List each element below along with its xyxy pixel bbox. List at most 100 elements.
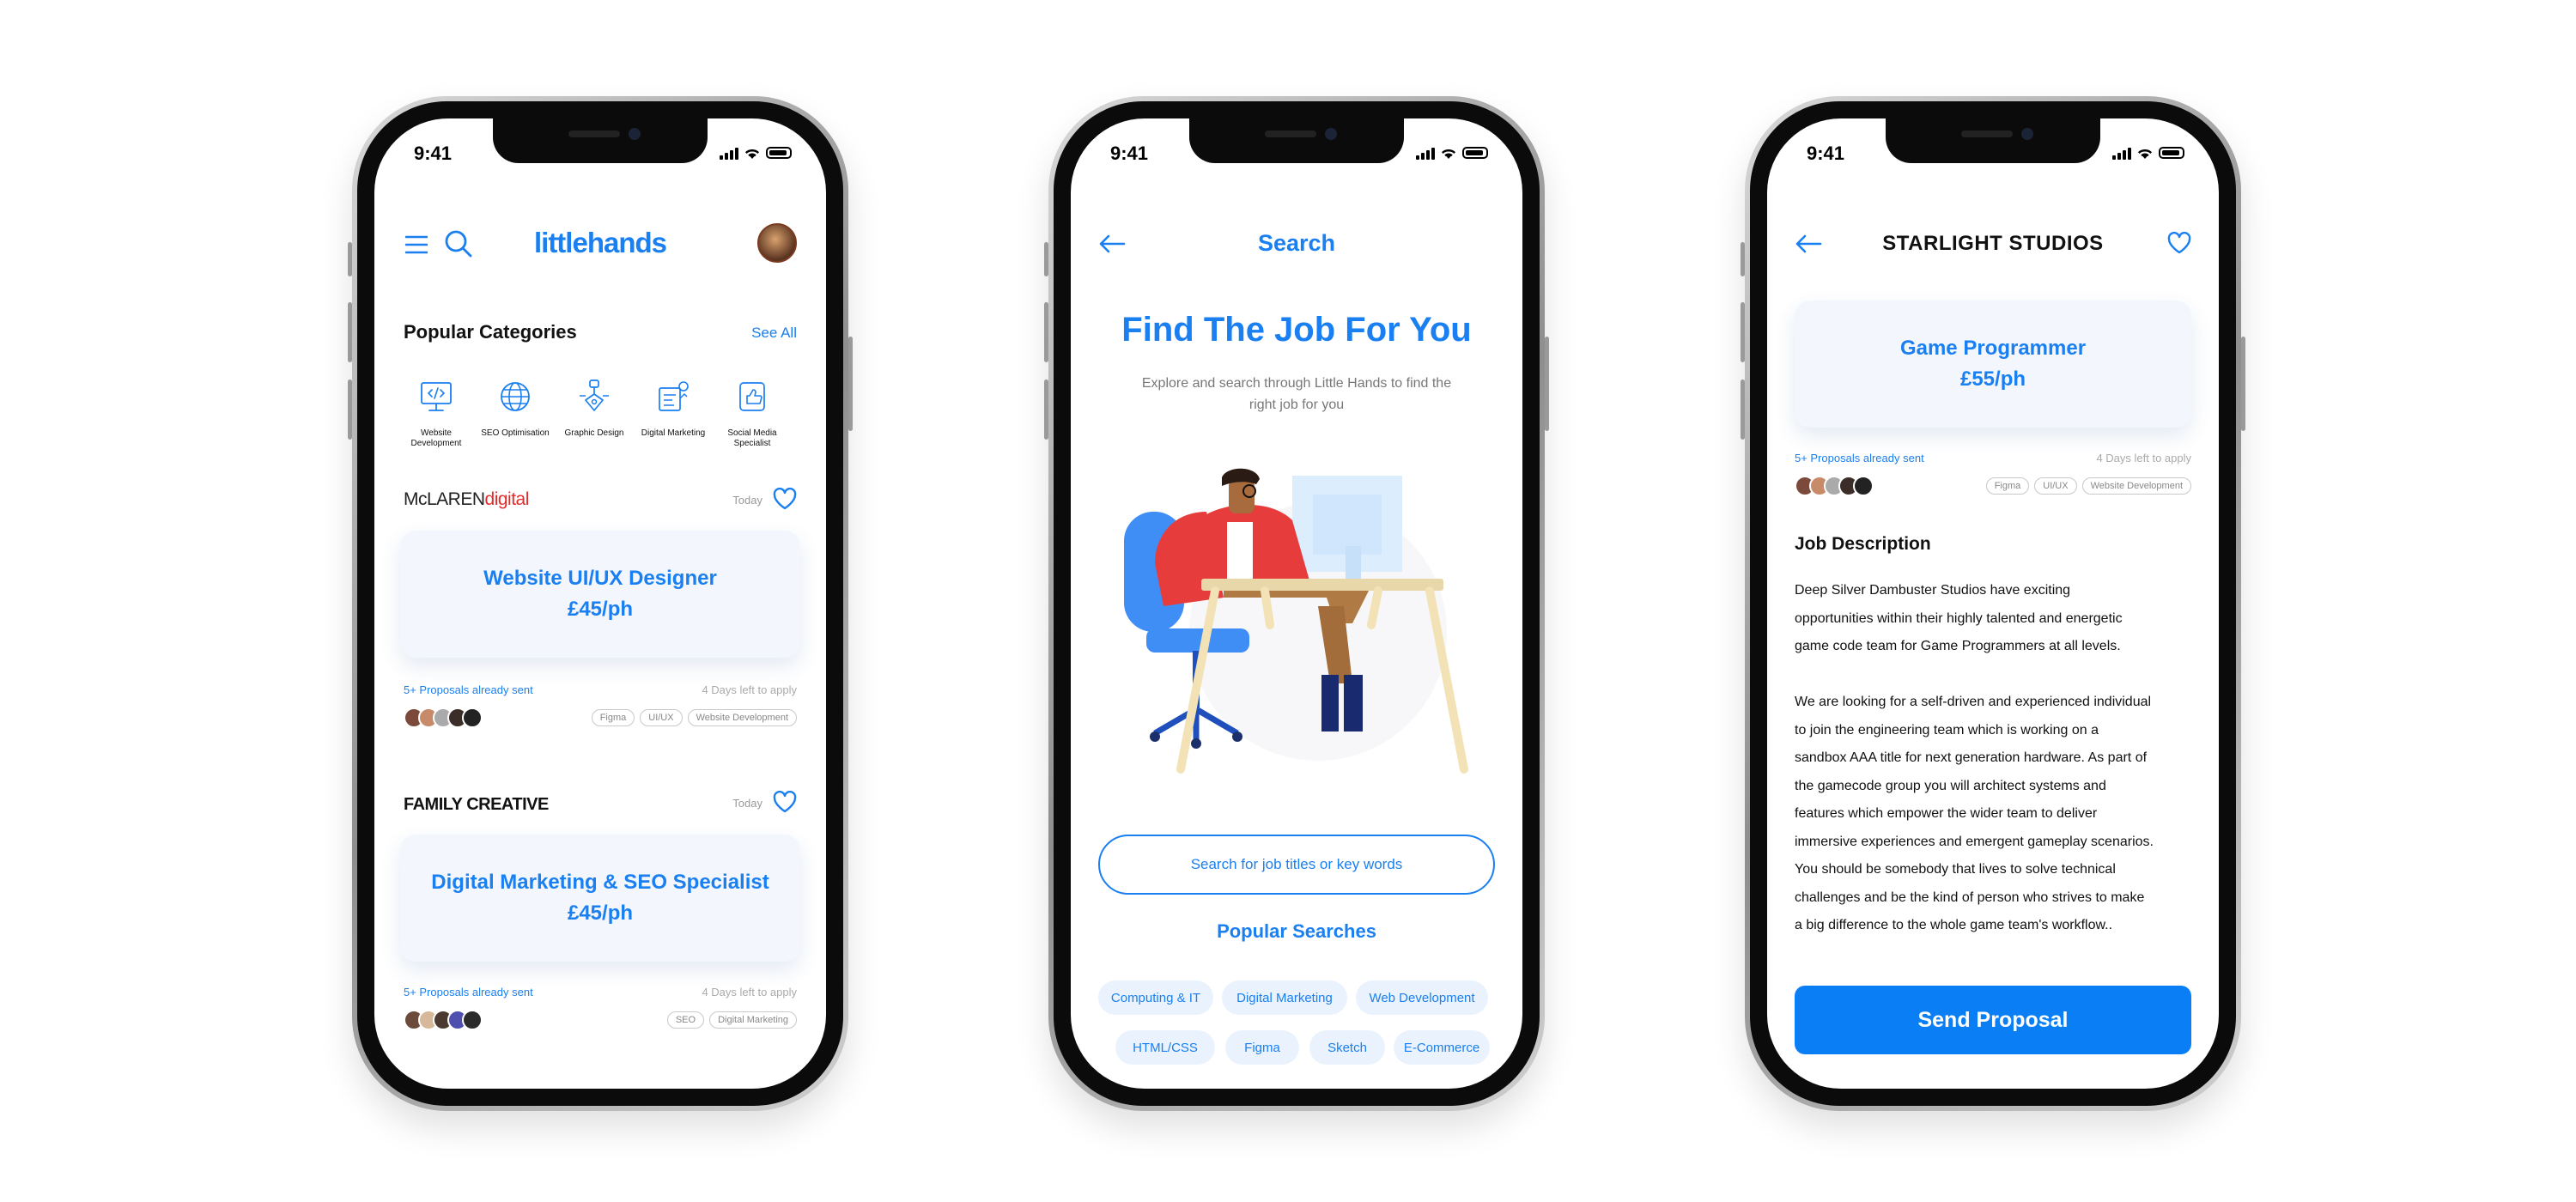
marketing-icon (659, 381, 689, 411)
wifi-icon (2138, 149, 2152, 159)
phone-frame-job-detail: 9:41 STARLIGHT STUDIOS Game Programmer £… (1741, 96, 2245, 1111)
company-name-accent: digital (484, 489, 530, 509)
volume-up-button (1044, 302, 1048, 362)
description-line: opportunities within their highly talent… (1795, 610, 2123, 626)
category-label: Website Development (410, 428, 462, 448)
send-proposal-button[interactable]: Send Proposal (1795, 986, 2191, 1054)
page-title: Search (1257, 230, 1336, 256)
skill-tags: Figma UI/UX Website Development (1985, 477, 2191, 495)
tag[interactable]: UI/UX (2034, 477, 2077, 495)
mute-switch (1741, 242, 1745, 276)
tag[interactable]: UI/UX (640, 709, 683, 726)
see-all-link[interactable]: See All (751, 325, 797, 342)
category-label: Digital Marketing (641, 428, 706, 438)
battery-icon (766, 147, 792, 159)
home-screen: 9:41 littlehands Popular Categories See … (374, 118, 826, 1089)
search-chip[interactable]: Web Development (1356, 980, 1488, 1015)
description-line: We are looking for a self-driven and exp… (1795, 695, 2152, 709)
volume-up-button (348, 302, 352, 362)
proposals-count: 5+ Proposals already sent (404, 986, 533, 999)
hero-subtitle: Explore and search through Little Hands … (1105, 373, 1488, 416)
proposals-count: 5+ Proposals already sent (1795, 452, 1924, 464)
tag[interactable]: SEO (666, 1011, 705, 1029)
search-chip[interactable]: Sketch (1309, 1030, 1385, 1065)
description-line: the gamecode group you will architect sy… (1795, 778, 2106, 793)
heart-icon[interactable] (773, 488, 797, 510)
person-at-desk-illustration (1124, 468, 1468, 774)
tag[interactable]: Figma (591, 709, 635, 726)
posted-date: Today (732, 797, 762, 810)
volume-down-button (348, 379, 352, 440)
company-name: STARLIGHT STUDIOS (1882, 232, 2104, 255)
category-digital-marketing[interactable]: Digital Marketing (639, 378, 708, 439)
signal-icon (720, 146, 738, 160)
category-seo-optimisation[interactable]: SEO Optimisation (481, 378, 550, 439)
search-chip[interactable]: Computing & IT (1098, 980, 1213, 1015)
category-graphic-design[interactable]: Graphic Design (560, 378, 629, 439)
applicant-avatars (1795, 476, 1874, 496)
tag[interactable]: Figma (1985, 477, 2030, 495)
power-button (2241, 337, 2245, 431)
company-logo-family-creative: FAMILY CREATIVE (404, 795, 549, 814)
category-social-media-specialist[interactable]: Social Media Specialist (718, 378, 787, 449)
job-detail-screen: 9:41 STARLIGHT STUDIOS Game Programmer £… (1767, 118, 2219, 1089)
status-bar: 9:41 (410, 143, 792, 168)
avatar[interactable] (757, 223, 797, 263)
heart-icon[interactable] (2167, 232, 2191, 254)
wifi-icon (745, 149, 759, 159)
job-rate: £45/ph (567, 598, 634, 621)
volume-down-button (1044, 379, 1048, 440)
volume-down-button (1741, 379, 1745, 440)
job-title: Game Programmer (1899, 337, 2087, 360)
monitor-code-icon (421, 382, 452, 411)
job-rate: £55/ph (1959, 367, 2026, 391)
description-line: game code team for Game Programmers at a… (1795, 639, 2121, 653)
search-chip[interactable]: HTML/CSS (1115, 1030, 1215, 1065)
battery-icon (2159, 147, 2184, 159)
category-label: Graphic Design (564, 428, 624, 438)
wifi-icon (1442, 149, 1455, 159)
description-line: You should be somebody that lives to sol… (1795, 862, 2116, 877)
search-input[interactable]: Search for job titles or key words (1098, 835, 1495, 895)
category-website-development[interactable]: Website Development (402, 378, 471, 449)
status-time: 9:41 (414, 143, 453, 164)
days-left: 4 Days left to apply (702, 683, 797, 696)
job-rate: £45/ph (567, 902, 634, 925)
category-label: SEO Optimisation (481, 428, 550, 438)
applicant-avatars (404, 707, 483, 728)
signal-icon (2112, 146, 2131, 160)
description-line: immersive experiences and emergent gamep… (1795, 834, 2154, 849)
description-line: Deep Silver Dambuster Studios have excit… (1795, 583, 2071, 598)
days-left: 4 Days left to apply (702, 986, 797, 999)
tag[interactable]: Website Development (2081, 477, 2191, 495)
section-title: Popular Categories (404, 321, 577, 343)
phone-frame-home: 9:41 littlehands Popular Categories See … (348, 96, 853, 1111)
applicant-avatars (404, 1010, 483, 1030)
pen-tool-icon (580, 379, 609, 411)
hero-subtitle-line: Explore and search through Little Hands … (1141, 376, 1452, 391)
description-line: sandbox AAA title for next generation ha… (1795, 750, 2148, 765)
mute-switch (1044, 242, 1048, 276)
phone-frame-search: 9:41 Search Find The Job For You Explore… (1044, 96, 1549, 1111)
job-description-title: Job Description (1795, 534, 1931, 554)
description-line: features which empower the wider team to… (1795, 806, 2098, 821)
proposals-count: 5+ Proposals already sent (404, 683, 533, 696)
tag[interactable]: Website Development (687, 709, 797, 726)
mute-switch (348, 242, 352, 276)
description-line: challenges and be the kind of person who… (1795, 889, 2145, 905)
posted-date: Today (732, 494, 762, 507)
search-chip[interactable]: E-Commerce (1394, 1030, 1490, 1065)
search-chip[interactable]: Figma (1225, 1030, 1299, 1065)
tag[interactable]: Digital Marketing (709, 1011, 797, 1029)
skill-tags: SEO Digital Marketing (666, 1011, 797, 1029)
job-title: Website UI/UX Designer (483, 567, 717, 590)
search-chip[interactable]: Digital Marketing (1222, 980, 1347, 1015)
popular-searches-title: Popular Searches (1217, 920, 1376, 942)
description-line: to join the engineering team which is wo… (1795, 722, 2099, 738)
category-label: Social Media Specialist (727, 428, 777, 448)
status-time: 9:41 (1110, 143, 1149, 164)
job-card-digital-marketing[interactable]: Digital Marketing & SEO Specialist £45/p… (400, 835, 800, 962)
job-card-ui-ux[interactable]: Website UI/UX Designer £45/ph (400, 531, 800, 658)
skill-tags: Figma UI/UX Website Development (591, 709, 797, 726)
heart-icon[interactable] (773, 791, 797, 813)
